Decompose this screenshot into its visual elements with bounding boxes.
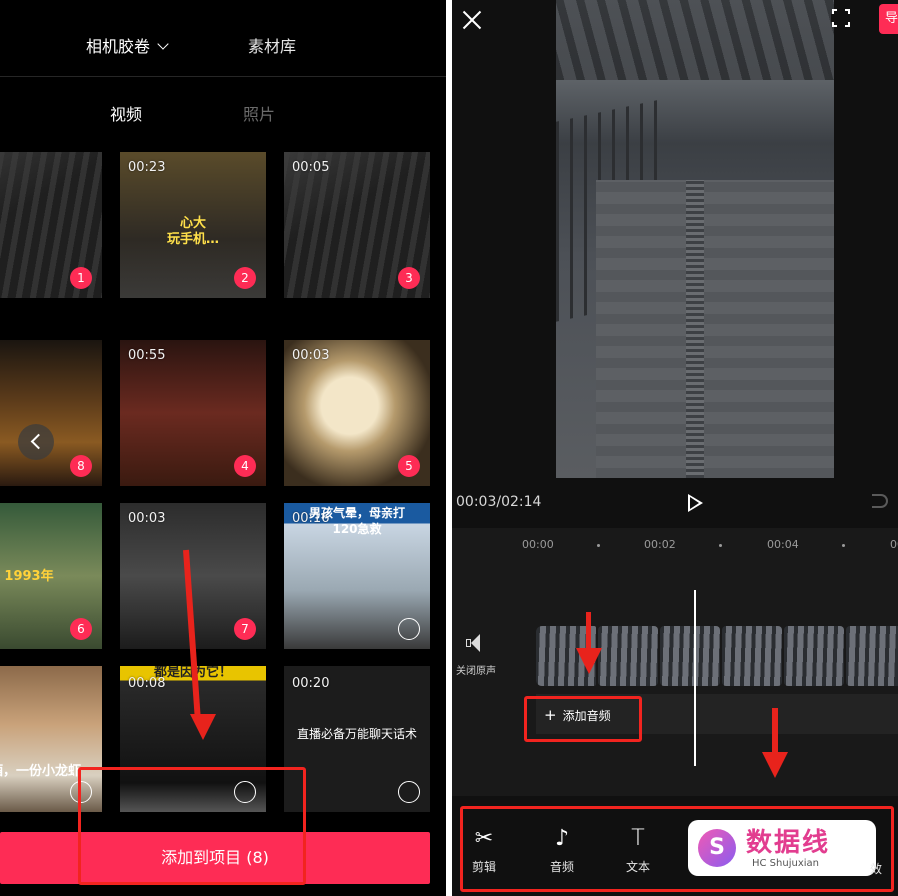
subtab-video[interactable]: 视频 — [110, 104, 142, 126]
tab-camera-roll-label: 相机胶卷 — [86, 37, 151, 56]
duration-label: 00:20 — [292, 676, 330, 691]
duration-label: 00:23 — [128, 160, 166, 175]
duration-label: 00:55 — [128, 348, 166, 363]
thumbnail-caption: 1993年 — [4, 569, 54, 584]
selection-badge: 4 — [234, 455, 256, 477]
selection-badge: 8 — [70, 455, 92, 477]
timeline-dot — [597, 544, 600, 547]
annotation-arrow — [772, 708, 778, 756]
annotation-arrow-head — [762, 752, 788, 778]
clip-frame — [660, 626, 720, 686]
timeline-tick: 00:04 — [767, 538, 799, 551]
media-thumbnail[interactable]: 00:55 4 — [120, 340, 266, 486]
clip-frame — [722, 626, 782, 686]
speaker-icon[interactable] — [466, 634, 484, 652]
annotation-box — [78, 767, 306, 885]
thumbnail-caption: 心大 玩手机… — [166, 216, 219, 247]
fullscreen-icon[interactable] — [831, 8, 851, 28]
annotation-arrow-head — [576, 648, 602, 674]
media-picker-panel: 相机胶卷 素材库 视频 照片 1 00:23 心大 玩手机… 2 00:05 3… — [0, 0, 446, 896]
clip-frame — [784, 626, 844, 686]
selection-badge: 6 — [70, 618, 92, 640]
timeline-dot — [842, 544, 845, 547]
subtab-photo[interactable]: 照片 — [243, 104, 275, 126]
clip-frame — [846, 626, 898, 686]
timeline[interactable]: 00:00 00:02 00:04 00:0 关闭原声 +添加音频 — [452, 528, 898, 796]
mute-original-label[interactable]: 关闭原声 — [456, 662, 496, 677]
tab-library[interactable]: 素材库 — [248, 36, 296, 58]
export-button[interactable]: 导 — [879, 4, 898, 34]
play-icon[interactable] — [688, 494, 703, 512]
media-thumbnail[interactable]: 1993年 6 — [0, 503, 102, 649]
duration-label: 00:03 — [292, 348, 330, 363]
thumbnail-caption: 直播必备万能聊天话术 — [296, 727, 417, 741]
media-thumbnail[interactable]: 00:16 男孩气晕，母亲打 120急救 — [284, 503, 430, 649]
selection-badge: 7 — [234, 618, 256, 640]
timeline-tick: 00:0 — [890, 538, 898, 551]
selection-circle[interactable] — [398, 618, 420, 640]
duration-label: 00:05 — [292, 160, 330, 175]
timecode: 00:03/02:14 — [456, 494, 542, 510]
close-icon[interactable] — [460, 8, 484, 32]
editor-panel: 导 00:03/02:14 00:00 00:02 00:04 00:0 关闭原… — [452, 0, 898, 896]
timeline-tick: 00:00 — [522, 538, 554, 551]
duration-label: 00:08 — [128, 676, 166, 691]
chevron-left-icon[interactable] — [18, 424, 54, 460]
selection-badge: 3 — [398, 267, 420, 289]
selection-badge: 2 — [234, 267, 256, 289]
chevron-down-icon — [157, 38, 169, 50]
annotation-arrow-head — [190, 714, 216, 740]
duration-label: 00:03 — [128, 511, 166, 526]
media-thumbnail[interactable]: 00:23 心大 玩手机… 2 — [120, 152, 266, 298]
clip-frame — [598, 626, 658, 686]
undo-icon[interactable] — [872, 494, 888, 508]
playhead[interactable] — [694, 590, 696, 766]
annotation-box — [460, 806, 894, 892]
timeline-tick: 00:02 — [644, 538, 676, 551]
annotation-arrow — [586, 612, 591, 652]
tab-camera-roll[interactable]: 相机胶卷 — [86, 36, 169, 58]
preview-walkway — [596, 180, 834, 478]
preview-tactile-strip — [686, 180, 704, 478]
selection-circle[interactable] — [398, 781, 420, 803]
preview-roof — [556, 0, 834, 80]
selection-badge: 5 — [398, 455, 420, 477]
media-thumbnail[interactable]: 8 — [0, 340, 102, 486]
selection-badge: 1 — [70, 267, 92, 289]
timeline-dot — [719, 544, 722, 547]
media-thumbnail[interactable]: 1 — [0, 152, 102, 298]
media-thumbnail[interactable]: 00:05 3 — [284, 152, 430, 298]
divider — [0, 76, 446, 77]
thumbnail-caption: 男孩气晕，母亲打 120急救 — [308, 506, 405, 536]
annotation-box — [524, 696, 642, 742]
video-preview[interactable] — [556, 0, 834, 478]
media-thumbnail[interactable]: 00:03 5 — [284, 340, 430, 486]
